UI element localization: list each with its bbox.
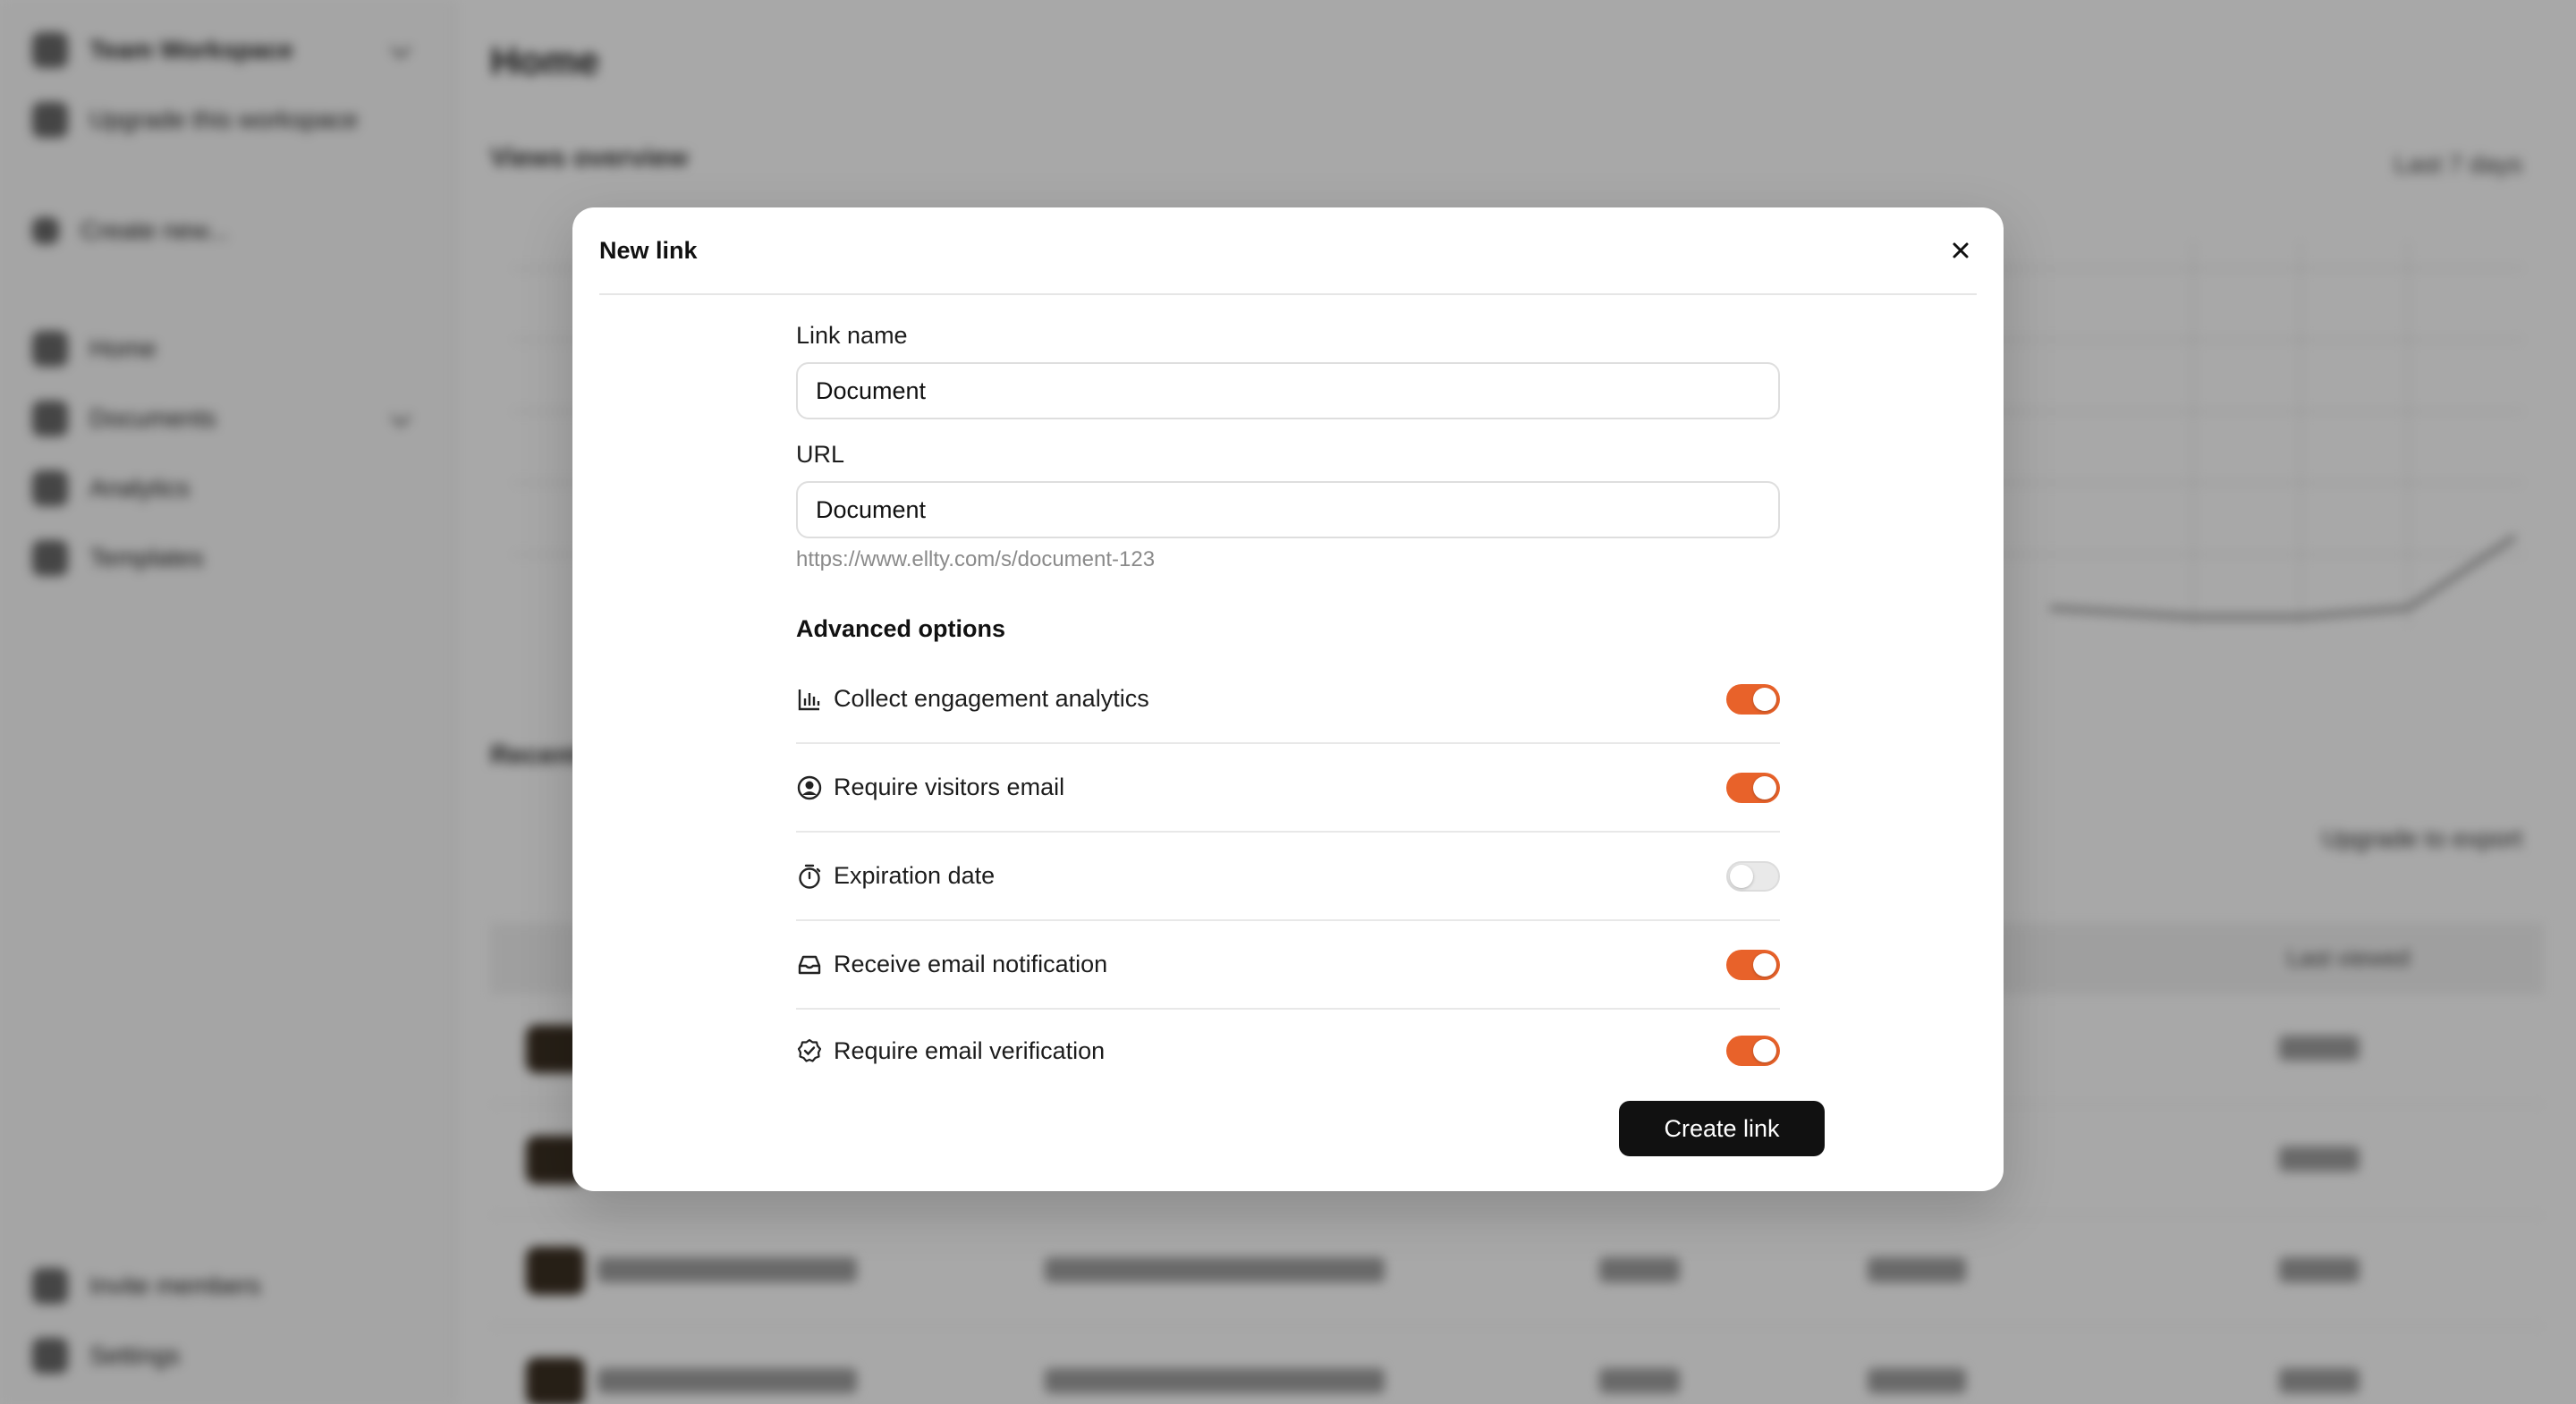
expiration-date-toggle[interactable] <box>1726 860 1780 892</box>
option-collect-analytics: Collect engagement analytics <box>796 655 1780 744</box>
close-icon <box>1953 242 1969 258</box>
url-input[interactable] <box>796 481 1780 538</box>
option-label: Require email verification <box>834 1036 1106 1064</box>
timer-icon <box>799 864 821 889</box>
link-name-input[interactable] <box>796 362 1780 419</box>
inbox-icon <box>798 955 821 974</box>
advanced-options-title: Advanced options <box>796 615 1006 642</box>
toggle-knob <box>1753 952 1776 977</box>
option-email-notification: Receive email notification <box>796 921 1780 1010</box>
option-label: Require visitors email <box>834 774 1065 800</box>
email-verification-toggle[interactable] <box>1726 1036 1780 1066</box>
modal-title: New link <box>599 236 698 264</box>
option-require-email: Require visitors email <box>796 744 1780 833</box>
new-link-modal: New link Link name URL https://www.ellty… <box>572 207 2004 1191</box>
user-circle-icon <box>797 775 822 799</box>
modal-header: New link <box>599 207 1977 295</box>
require-email-toggle[interactable] <box>1726 772 1780 803</box>
create-link-button[interactable]: Create link <box>1619 1101 1825 1156</box>
toggle-knob <box>1753 1039 1776 1062</box>
verified-badge-icon <box>797 1038 822 1062</box>
analytics-toggle[interactable] <box>1726 683 1780 715</box>
toggle-knob <box>1753 775 1776 799</box>
close-button[interactable] <box>1941 231 1980 270</box>
option-label: Collect engagement analytics <box>834 685 1149 712</box>
link-name-label: Link name <box>796 322 908 349</box>
bar-chart-icon <box>798 689 820 710</box>
toggle-knob <box>1730 864 1753 888</box>
option-expiration-date: Expiration date <box>796 833 1780 921</box>
url-hint: https://www.ellty.com/s/document-123 <box>796 547 1156 571</box>
toggle-knob <box>1753 687 1776 711</box>
option-email-verification: Require email verification <box>796 1010 1780 1092</box>
option-label: Receive email notification <box>834 951 1108 977</box>
url-label: URL <box>796 441 845 468</box>
email-notification-toggle[interactable] <box>1726 949 1780 980</box>
new-link-form: Link name URL https://www.ellty.com/s/do… <box>796 322 1780 1092</box>
option-label: Expiration date <box>834 862 996 889</box>
